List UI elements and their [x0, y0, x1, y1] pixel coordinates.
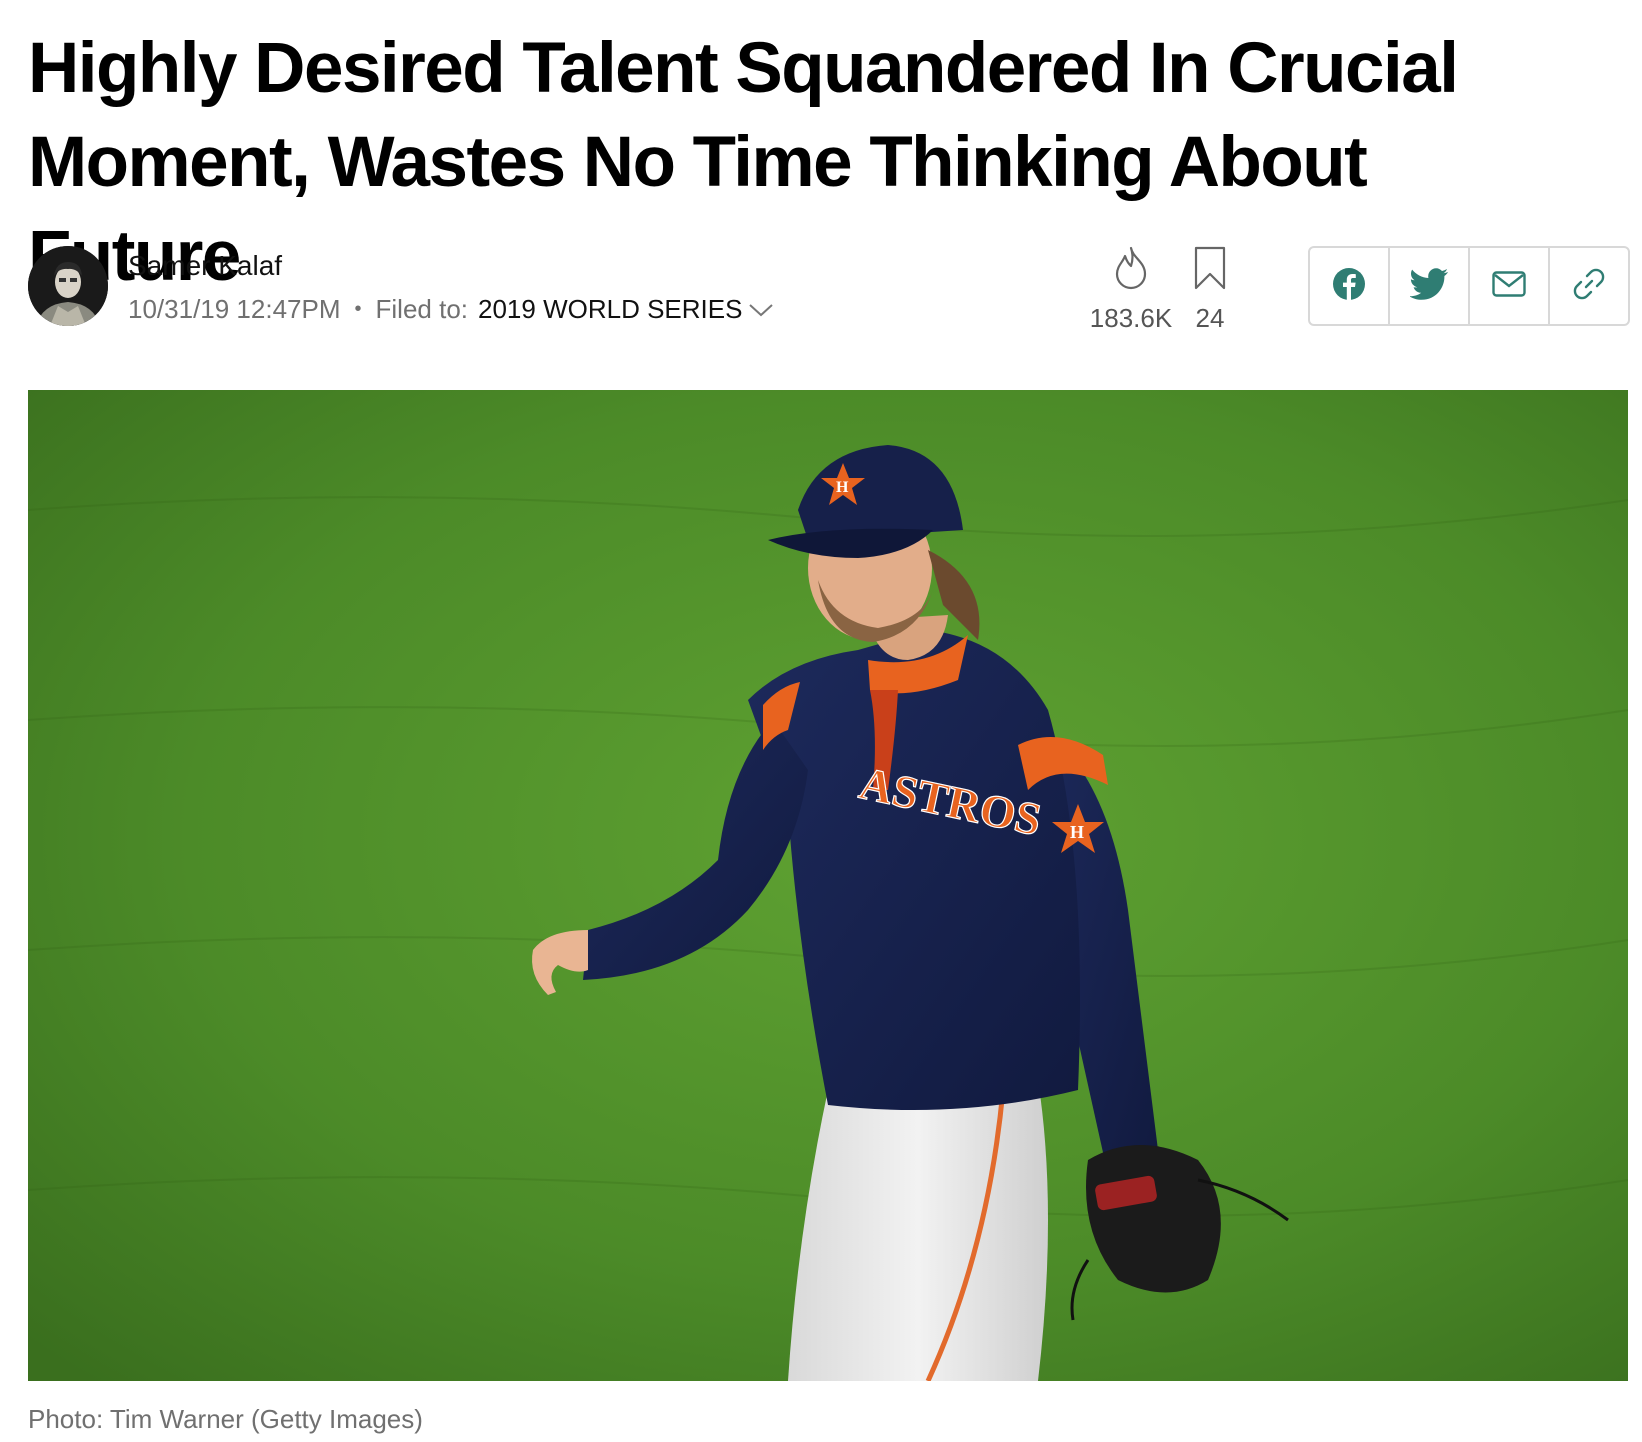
- copy-link-button[interactable]: [1550, 248, 1628, 324]
- views-count: 183.6K: [1089, 303, 1173, 333]
- author-name[interactable]: Samer Kalaf: [128, 250, 282, 282]
- hero-image: ASTROS H H: [28, 390, 1628, 1381]
- byline-separator: •: [354, 298, 362, 320]
- chevron-down-icon[interactable]: [748, 294, 774, 325]
- link-icon: [1572, 267, 1606, 306]
- facebook-icon: [1332, 267, 1366, 306]
- bookmark-icon[interactable]: [1193, 246, 1227, 295]
- pitcher-photo: ASTROS H H: [28, 390, 1628, 1381]
- svg-text:H: H: [1070, 822, 1084, 842]
- twitter-icon: [1409, 267, 1448, 305]
- views-stat: 183.6K: [1090, 246, 1172, 334]
- publish-timestamp[interactable]: 10/31/19 12:47PM: [128, 294, 341, 325]
- author-photo: [28, 246, 108, 326]
- share-buttons: [1308, 246, 1630, 326]
- share-facebook-button[interactable]: [1310, 248, 1390, 324]
- author-avatar[interactable]: [28, 246, 108, 326]
- filed-to-label: Filed to:: [375, 294, 469, 324]
- email-icon: [1492, 270, 1526, 302]
- cap-letter: H: [836, 479, 849, 496]
- bookmark-stat[interactable]: 24: [1186, 246, 1234, 334]
- share-twitter-button[interactable]: [1390, 248, 1470, 324]
- article-meta: Samer Kalaf 10/31/19 12:47PM • Filed to:…: [28, 246, 1630, 333]
- byline: 10/31/19 12:47PM • Filed to: 2019 WORLD …: [128, 294, 774, 325]
- photo-caption: Photo: Tim Warner (Getty Images): [28, 1404, 423, 1434]
- share-email-button[interactable]: [1470, 248, 1550, 324]
- bookmark-count: 24: [1195, 303, 1225, 333]
- flame-icon: [1113, 246, 1149, 295]
- filed-to-category[interactable]: 2019 WORLD SERIES: [478, 294, 742, 325]
